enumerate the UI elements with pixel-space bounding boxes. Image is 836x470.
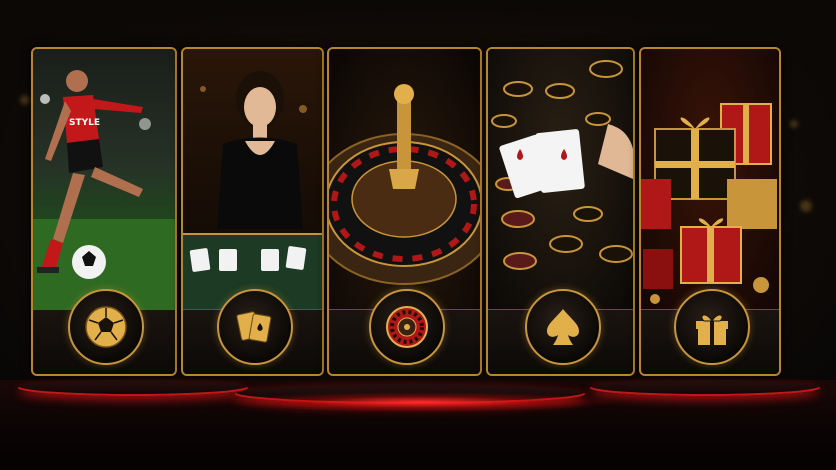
soccer-player-image: STYLE	[33, 49, 175, 309]
live-casino-card[interactable]	[181, 47, 324, 376]
poker-scene	[491, 60, 633, 270]
promo-banner: STYLE	[0, 0, 836, 470]
roulette-card[interactable]	[327, 47, 482, 376]
poker-medallion[interactable]	[524, 289, 601, 365]
playing-cards-icon	[235, 311, 271, 343]
roulette-scene	[329, 84, 480, 285]
bokeh-light	[790, 120, 798, 128]
soccer-ball-icon	[85, 306, 127, 348]
platform-left	[18, 380, 248, 396]
roulette-wheel-icon	[385, 306, 428, 348]
platform-right	[590, 380, 820, 396]
sports-medallion[interactable]	[68, 289, 144, 365]
bokeh-light	[20, 95, 30, 105]
soccer-scene: STYLE	[33, 70, 175, 309]
gifts-scene	[641, 103, 777, 304]
jersey-text: STYLE	[69, 118, 100, 128]
promotions-card[interactable]	[639, 47, 781, 376]
sports-card[interactable]: STYLE	[31, 47, 177, 376]
dealer-scene	[183, 71, 322, 309]
red-glow	[220, 392, 620, 412]
roulette-image	[329, 49, 480, 309]
gift-boxes-image	[641, 49, 779, 309]
poker-card[interactable]	[486, 47, 635, 376]
dealer-image	[183, 49, 322, 309]
promotions-medallion[interactable]	[674, 289, 750, 365]
spade-icon	[546, 309, 579, 345]
gift-box-icon	[696, 314, 728, 345]
roulette-medallion[interactable]	[368, 289, 445, 365]
poker-chips-image	[488, 49, 633, 309]
bokeh-light	[800, 200, 812, 212]
live-casino-medallion[interactable]	[216, 289, 293, 365]
